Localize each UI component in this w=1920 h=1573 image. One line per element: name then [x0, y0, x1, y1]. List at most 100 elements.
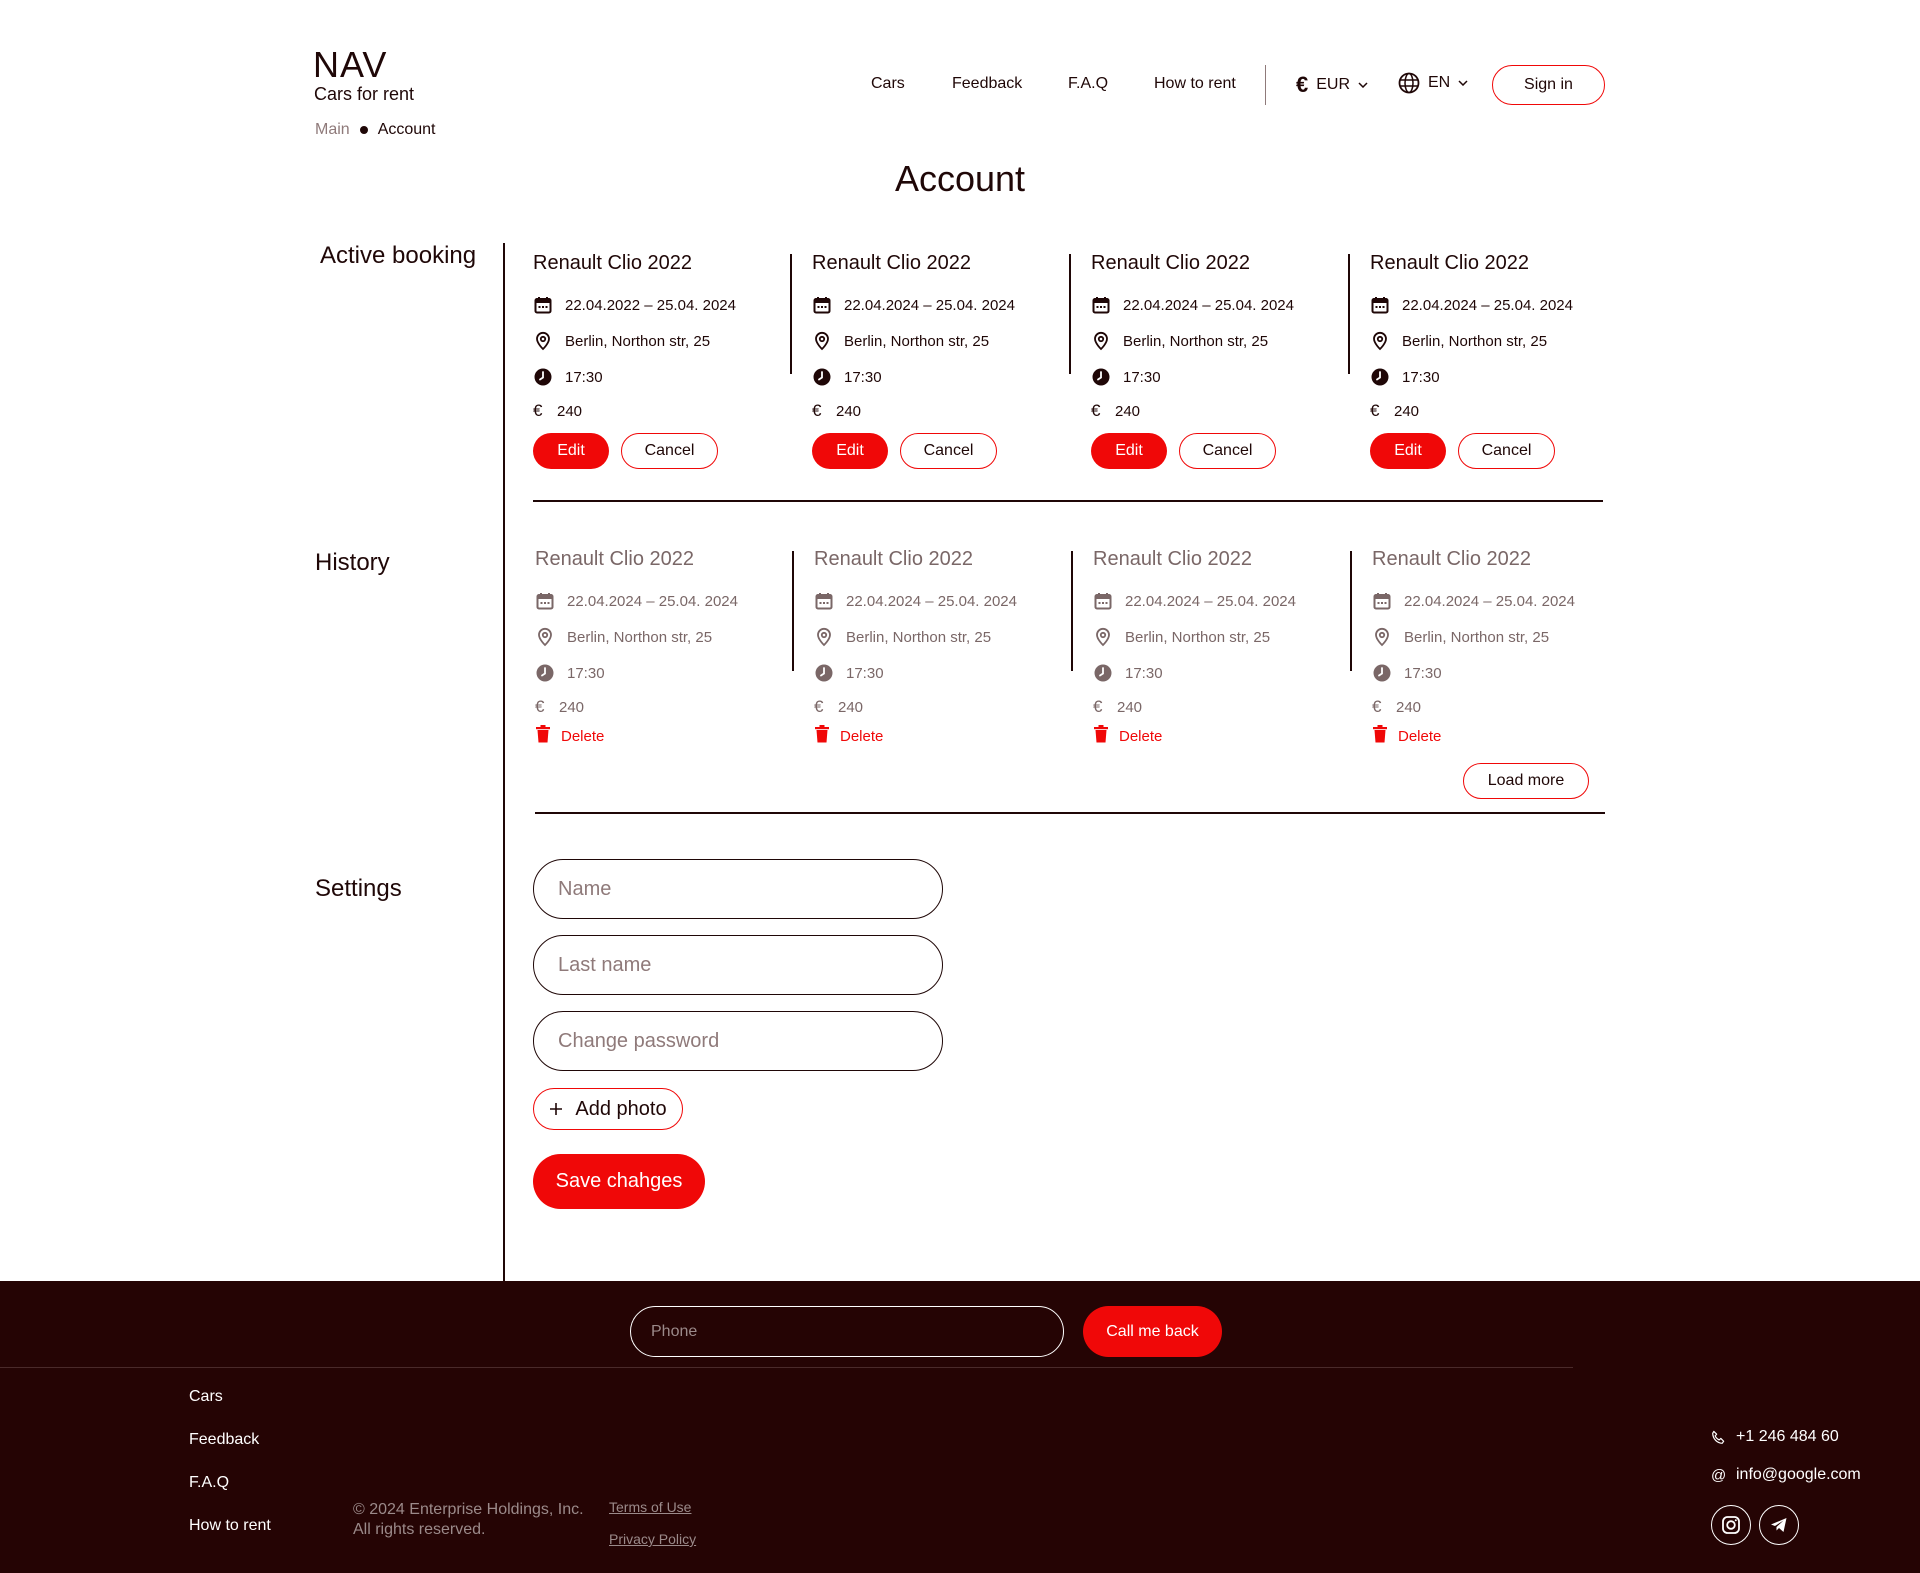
- booking-time: 17:30: [565, 368, 603, 386]
- booking-dates-row: 22.04.2024 – 25.04. 2024: [812, 287, 1062, 323]
- booking-time-row: 17:30: [1091, 359, 1341, 395]
- booking-location-row: Berlin, Northon str, 25: [535, 619, 785, 655]
- copyright: © 2024 Enterprise Holdings, Inc. All rig…: [353, 1500, 584, 1540]
- euro-icon: €: [1091, 401, 1101, 420]
- booking-time-row: 17:30: [1372, 655, 1622, 691]
- booking-price: 240: [559, 698, 585, 716]
- cancel-booking-button[interactable]: Cancel: [621, 433, 718, 469]
- calendar-icon: [1093, 591, 1113, 611]
- plus-icon: [550, 1103, 563, 1115]
- footer-nav-feedback[interactable]: Feedback: [189, 1431, 259, 1449]
- save-changes-button[interactable]: Save chahges: [533, 1154, 705, 1209]
- currency-selector[interactable]: € EUR: [1296, 72, 1368, 98]
- clock-icon: [1372, 663, 1392, 683]
- logo[interactable]: NAV: [313, 44, 387, 86]
- active-booking-card: Renault Clio 2022 22.04.2022 – 25.04. 20…: [533, 252, 783, 469]
- section-vertical-divider: [503, 243, 505, 1283]
- footer-nav-how-to-rent[interactable]: How to rent: [189, 1517, 271, 1535]
- edit-booking-button[interactable]: Edit: [812, 433, 888, 469]
- privacy-policy-link[interactable]: Privacy Policy: [609, 1531, 696, 1547]
- currency-value: EUR: [1316, 76, 1351, 93]
- footer-phone[interactable]: +1 246 484 60: [1711, 1428, 1839, 1446]
- telegram-icon[interactable]: [1759, 1505, 1799, 1545]
- booking-time: 17:30: [1125, 664, 1163, 682]
- nav-how-to-rent[interactable]: How to rent: [1154, 75, 1236, 93]
- booking-price-row: €240: [1091, 395, 1341, 427]
- globe-icon: [1398, 72, 1420, 94]
- euro-icon: €: [535, 697, 545, 716]
- cancel-booking-button[interactable]: Cancel: [1179, 433, 1276, 469]
- clock-icon: [535, 663, 555, 683]
- footer-nav-faq[interactable]: F.A.Q: [189, 1474, 229, 1492]
- cancel-booking-button[interactable]: Cancel: [1458, 433, 1555, 469]
- cancel-booking-button[interactable]: Cancel: [900, 433, 997, 469]
- breadcrumb-separator: [359, 126, 368, 134]
- change-password-input[interactable]: [533, 1011, 943, 1071]
- card-divider: [790, 254, 792, 374]
- trash-icon: [1093, 725, 1109, 747]
- phone-input[interactable]: [630, 1306, 1064, 1357]
- booking-location-row: Berlin, Northon str, 25: [812, 323, 1062, 359]
- booking-location: Berlin, Northon str, 25: [1123, 332, 1269, 350]
- booking-time: 17:30: [844, 368, 882, 386]
- booking-price: 240: [1115, 402, 1141, 420]
- delete-booking-button[interactable]: Delete: [1372, 725, 1622, 747]
- booking-time-row: 17:30: [535, 655, 785, 691]
- delete-booking-button[interactable]: Delete: [814, 725, 1064, 747]
- booking-price-row: €240: [535, 691, 785, 723]
- location-pin-icon: [535, 627, 555, 647]
- booking-time-row: 17:30: [1093, 655, 1343, 691]
- booking-price-row: €240: [814, 691, 1064, 723]
- active-section-divider: [533, 500, 1603, 502]
- add-photo-button[interactable]: Add photo: [533, 1088, 683, 1130]
- edit-booking-button[interactable]: Edit: [1091, 433, 1167, 469]
- nav-cars[interactable]: Cars: [871, 75, 905, 93]
- sign-in-button[interactable]: Sign in: [1492, 65, 1605, 105]
- terms-of-use-link[interactable]: Terms of Use: [609, 1499, 691, 1515]
- booking-dates-row: 22.04.2024 – 25.04. 2024: [1091, 287, 1341, 323]
- booking-car-title: Renault Clio 2022: [812, 252, 971, 274]
- nav-feedback[interactable]: Feedback: [952, 75, 1022, 93]
- booking-location-row: Berlin, Northon str, 25: [1093, 619, 1343, 655]
- booking-price: 240: [1394, 402, 1420, 420]
- euro-icon: €: [1093, 697, 1103, 716]
- booking-price-row: €240: [812, 395, 1062, 427]
- active-booking-card: Renault Clio 2022 22.04.2024 – 25.04. 20…: [1370, 252, 1620, 469]
- booking-dates-row: 22.04.2024 – 25.04. 2024: [1372, 583, 1622, 619]
- calendar-icon: [1370, 295, 1390, 315]
- clock-icon: [1091, 367, 1111, 387]
- name-input[interactable]: [533, 859, 943, 919]
- footer-email[interactable]: @ info@google.com: [1711, 1466, 1861, 1484]
- history-section-divider: [535, 812, 1605, 814]
- instagram-icon[interactable]: [1711, 1505, 1751, 1545]
- last-name-input[interactable]: [533, 935, 943, 995]
- language-selector[interactable]: EN: [1398, 72, 1468, 94]
- footer-nav-cars[interactable]: Cars: [189, 1388, 223, 1406]
- call-me-back-button[interactable]: Call me back: [1083, 1306, 1222, 1357]
- edit-booking-button[interactable]: Edit: [533, 433, 609, 469]
- location-pin-icon: [812, 331, 832, 351]
- booking-location: Berlin, Northon str, 25: [565, 332, 711, 350]
- breadcrumb-main-link[interactable]: Main: [315, 121, 350, 139]
- trash-icon: [1372, 725, 1388, 747]
- at-icon: @: [1711, 1466, 1727, 1484]
- booking-price-row: €240: [533, 395, 783, 427]
- delete-booking-button[interactable]: Delete: [1093, 725, 1343, 747]
- booking-dates: 22.04.2024 – 25.04. 2024: [846, 592, 1017, 610]
- delete-booking-button[interactable]: Delete: [535, 725, 785, 747]
- footer-email-address: info@google.com: [1736, 1466, 1861, 1483]
- active-booking-card: Renault Clio 2022 22.04.2024 – 25.04. 20…: [1091, 252, 1341, 469]
- booking-time: 17:30: [1404, 664, 1442, 682]
- euro-icon: €: [814, 697, 824, 716]
- logo-subtitle: Cars for rent: [314, 84, 415, 104]
- location-pin-icon: [533, 331, 553, 351]
- nav-faq[interactable]: F.A.Q: [1068, 75, 1108, 93]
- booking-time: 17:30: [1402, 368, 1440, 386]
- location-pin-icon: [814, 627, 834, 647]
- booking-dates: 22.04.2024 – 25.04. 2024: [844, 296, 1015, 314]
- booking-car-title: Renault Clio 2022: [1370, 252, 1529, 274]
- booking-time: 17:30: [1123, 368, 1161, 386]
- calendar-icon: [1372, 591, 1392, 611]
- edit-booking-button[interactable]: Edit: [1370, 433, 1446, 469]
- load-more-button[interactable]: Load more: [1463, 763, 1589, 799]
